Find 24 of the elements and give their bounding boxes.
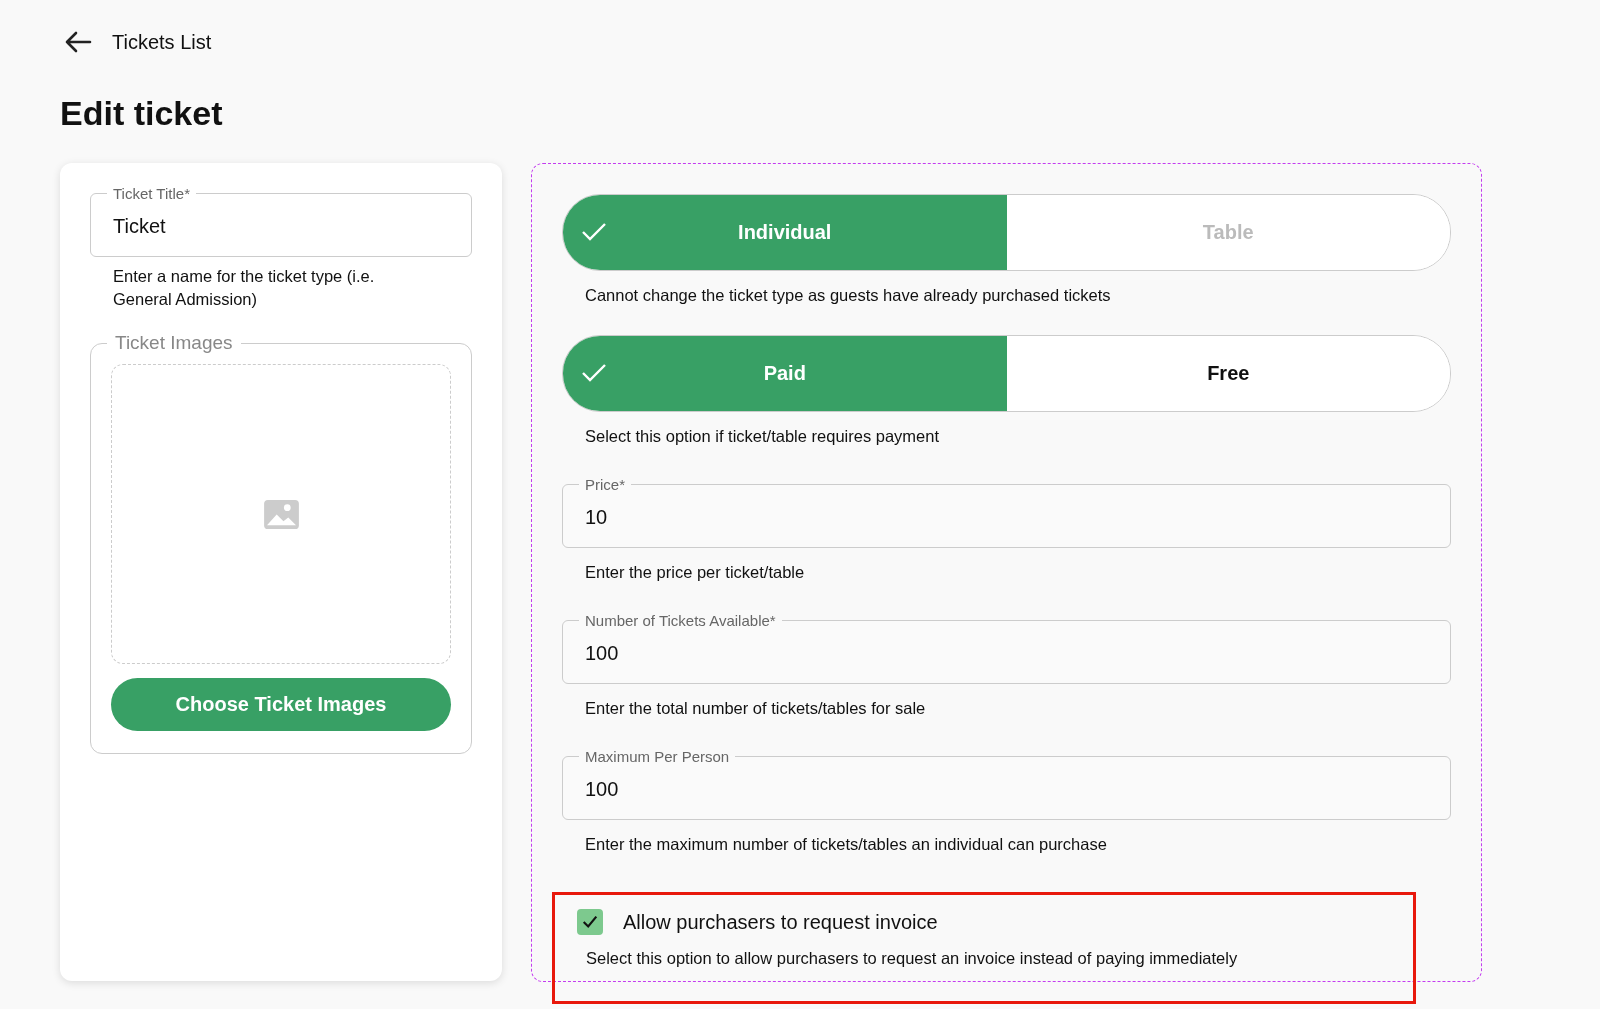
input-field[interactable]: Number of Tickets Available* 100 (562, 612, 1451, 684)
check-icon (581, 222, 607, 242)
check-icon (581, 363, 607, 383)
checkbox-label: Allow purchasers to request invoice (623, 910, 938, 934)
field-label: Maximum Per Person (584, 748, 731, 765)
helper-text: Select this option if ticket/table requires payment (584, 426, 941, 447)
input-field[interactable]: Ticket Title* Ticket (90, 185, 472, 257)
helper-text: Enter the total number of tickets/tables for sale (584, 698, 927, 719)
field-label: Price* (584, 476, 626, 493)
field-label: Ticket Title* (112, 185, 191, 202)
page-title: Edit ticket (60, 94, 224, 133)
helper-text: Enter the price per ticket/table (584, 562, 806, 583)
checkbox[interactable] (577, 909, 603, 935)
helper-text: Cannot change the ticket type as guests have already purchased tickets (584, 285, 1112, 306)
field-label: Number of Tickets Available* (584, 612, 777, 629)
helper-text: Enter the maximum number of tickets/tables an individual can purchase (584, 834, 1108, 855)
input-field[interactable]: Maximum Per Person 100 (562, 748, 1451, 820)
back-link[interactable]: Tickets List (112, 30, 212, 54)
input-field[interactable]: Price* 10 (562, 476, 1451, 548)
image-placeholder-icon (263, 499, 299, 529)
helper-text: Enter a name for the ticket type (i.e. General Admission) (112, 266, 376, 310)
helper-text: Select this option to allow purchasers to request an invoice instead of paying immediately (585, 948, 1239, 968)
checkmark-icon (581, 913, 599, 931)
back-arrow-icon[interactable] (64, 30, 92, 54)
